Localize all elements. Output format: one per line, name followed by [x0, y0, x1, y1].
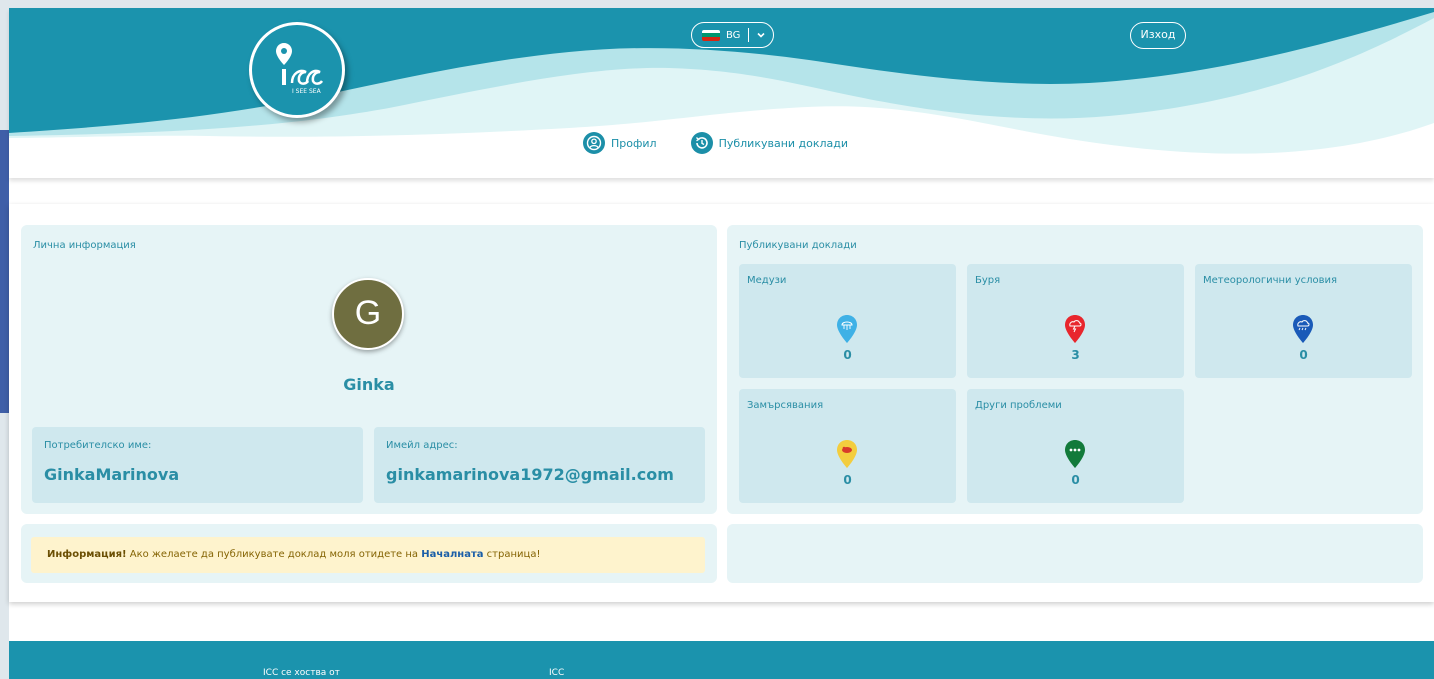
avatar: G — [332, 278, 404, 350]
published-reports-panel: Публикувани доклади Медузи 0 Буря 3 Мете… — [727, 225, 1423, 514]
tile-count: 0 — [843, 473, 852, 487]
header: I SEE SEA BG Изход Профил Публикувани до… — [9, 8, 1434, 178]
tile-count: 0 — [1071, 473, 1080, 487]
tile-label: Метеорологични условия — [1203, 275, 1338, 286]
tile-count: 0 — [1299, 348, 1308, 362]
report-tile-jellyfish[interactable]: Медузи 0 — [739, 264, 956, 378]
profile-nav: Профил Публикувани доклади — [583, 132, 882, 154]
footer-hosted-by: ICC се хоства от — [263, 668, 340, 678]
home-page-link[interactable]: Началната — [421, 549, 483, 560]
email-label: Имейл адрес: — [386, 440, 458, 451]
username-box: Потребителско име: GinkaMarinova — [32, 427, 363, 503]
tile-label: Медузи — [747, 275, 787, 286]
username-value: GinkaMarinova — [44, 465, 180, 484]
other-problems-icon — [1065, 440, 1085, 468]
logout-button[interactable]: Изход — [1130, 22, 1186, 49]
footer-brand: ICC — [549, 668, 565, 678]
personal-info-title: Лична информация — [33, 240, 136, 251]
language-divider — [748, 28, 750, 42]
language-code: BG — [726, 29, 741, 41]
bulgaria-flag-icon — [702, 29, 720, 41]
logo[interactable]: I SEE SEA — [249, 22, 345, 118]
user-icon — [583, 132, 605, 154]
logo-label: I SEE SEA — [292, 88, 321, 95]
nav-profile[interactable]: Профил — [583, 132, 657, 154]
weather-icon — [1293, 315, 1313, 343]
chevron-down-icon[interactable] — [756, 30, 766, 40]
tile-label: Буря — [975, 275, 1001, 286]
empty-panel — [727, 524, 1423, 583]
report-tile-other-problems[interactable]: Други проблеми 0 — [967, 389, 1184, 503]
display-name: Ginka — [343, 375, 395, 394]
email-box: Имейл адрес: ginkamarinova1972@gmail.com — [374, 427, 705, 503]
nav-published-reports-label: Публикувани доклади — [718, 136, 849, 150]
nav-published-reports[interactable]: Публикувани доклади — [690, 132, 849, 154]
tile-count: 0 — [843, 348, 852, 362]
report-tile-pollution[interactable]: Замърсявания 0 — [739, 389, 956, 503]
logo-icon — [276, 43, 324, 85]
published-reports-title: Публикувани доклади — [739, 240, 857, 251]
alert-text-before: Ако желаете да публикувате доклад моля о… — [126, 549, 422, 560]
username-label: Потребителско име: — [44, 440, 152, 451]
info-alert: Информация! Ако желаете да публикувате д… — [31, 537, 705, 573]
email-value: ginkamarinova1972@gmail.com — [386, 465, 674, 484]
alert-strong: Информация! — [47, 549, 127, 560]
background-strip — [0, 130, 9, 413]
report-tile-weather[interactable]: Метеорологични условия 0 — [1195, 264, 1412, 378]
pollution-icon — [837, 440, 857, 468]
footer: ICC се хоства от ICC — [9, 641, 1434, 679]
tile-count: 3 — [1071, 348, 1080, 362]
nav-profile-label: Профил — [611, 136, 657, 150]
jellyfish-icon — [837, 315, 857, 343]
personal-info-panel: Лична информация G Ginka Потребителско и… — [21, 225, 717, 514]
storm-icon — [1065, 315, 1085, 343]
alert-text-after: страница! — [483, 549, 541, 560]
main-card: Лична информация G Ginka Потребителско и… — [9, 204, 1434, 602]
tile-label: Други проблеми — [975, 400, 1062, 411]
history-icon — [690, 132, 713, 154]
tile-label: Замърсявания — [747, 400, 824, 411]
page: I SEE SEA BG Изход Профил Публикувани до… — [9, 8, 1434, 679]
language-selector[interactable]: BG — [691, 22, 774, 48]
report-tile-storm[interactable]: Буря 3 — [967, 264, 1184, 378]
